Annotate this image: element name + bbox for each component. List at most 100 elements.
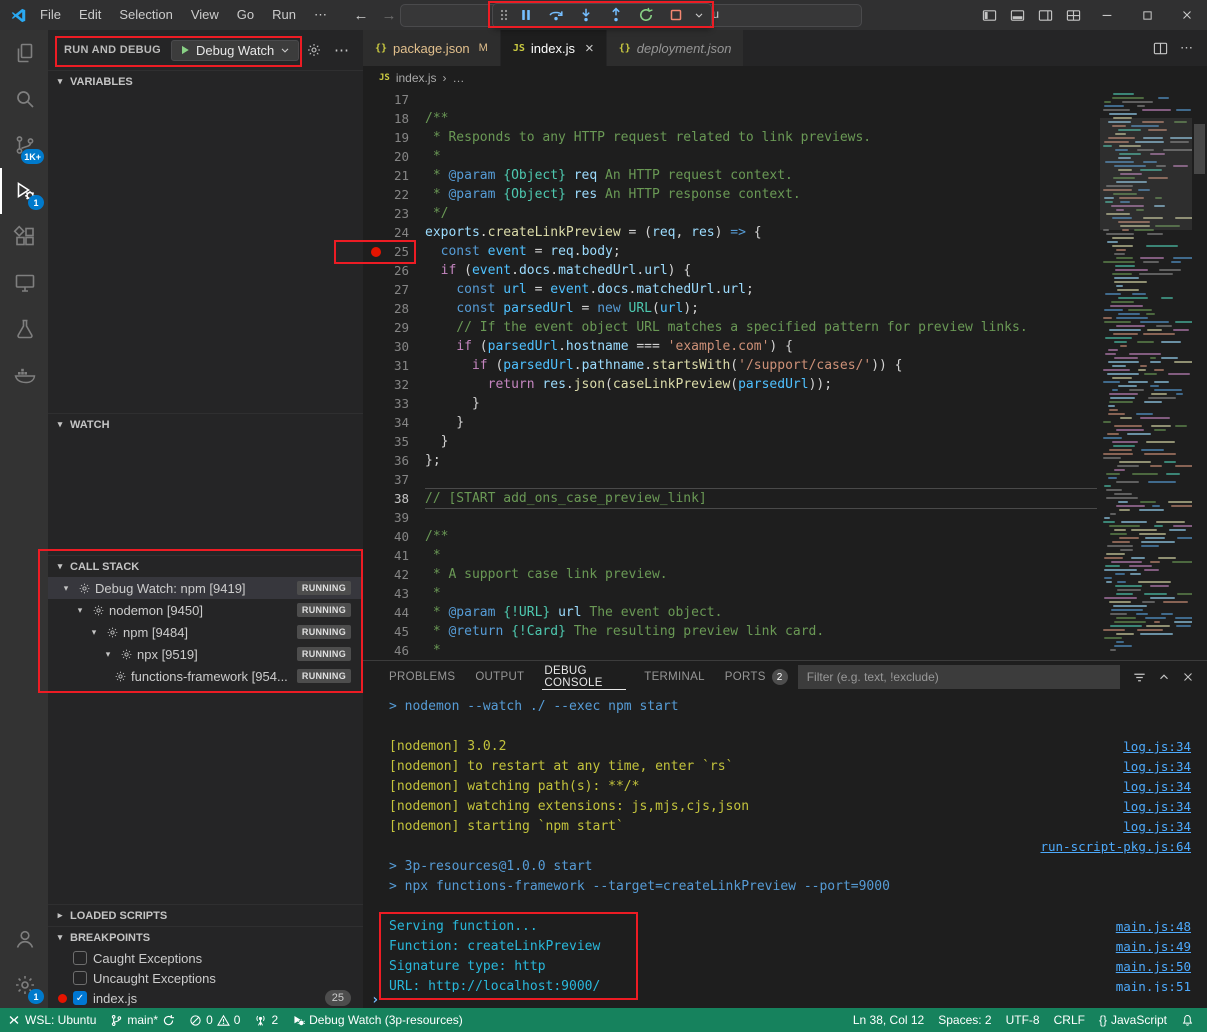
menu-go[interactable]: Go — [228, 0, 263, 30]
activity-search-icon[interactable] — [0, 76, 48, 122]
source-link[interactable]: main.js:49 — [1116, 937, 1191, 957]
code-line[interactable]: 30 if (parsedUrl.hostname === 'example.c… — [363, 337, 1097, 356]
source-link[interactable]: run-script-pkg.js:64 — [1040, 837, 1191, 857]
start-debugging-icon[interactable] — [179, 44, 191, 56]
activity-source-control-icon[interactable]: 1K+ — [0, 122, 48, 168]
line-gutter[interactable]: 21 — [363, 166, 425, 185]
breakpoint-dot[interactable] — [371, 247, 381, 257]
more-actions-icon[interactable]: ⋯ — [328, 41, 355, 59]
menu-selection[interactable]: Selection — [110, 0, 181, 30]
code-line[interactable]: 23 */ — [363, 204, 1097, 223]
breakpoint-item[interactable]: ✓index.js25 — [48, 988, 363, 1008]
line-gutter[interactable]: 35 — [363, 432, 425, 451]
chevron-down-icon[interactable]: ▾ — [100, 649, 116, 660]
code-line[interactable]: 20 * — [363, 147, 1097, 166]
code-editor[interactable]: 1718/**19 * Responds to any HTTP request… — [363, 90, 1097, 660]
editor-scrollbar[interactable] — [1192, 90, 1207, 660]
menu-file[interactable]: File — [31, 0, 70, 30]
line-gutter[interactable]: 24 — [363, 223, 425, 242]
line-gutter[interactable]: 30 — [363, 337, 425, 356]
debug-stop-button[interactable] — [661, 4, 691, 27]
line-gutter[interactable]: 44 — [363, 603, 425, 622]
code-line[interactable]: 44 * @param {!URL} url The event object. — [363, 603, 1097, 622]
call-stack-session[interactable]: functions-framework [954...RUNNING — [48, 665, 363, 687]
status-cursor-position[interactable]: Ln 38, Col 12 — [846, 1008, 931, 1032]
split-editor-icon[interactable] — [1153, 41, 1168, 56]
line-gutter[interactable]: 40 — [363, 527, 425, 546]
debug-step-into-button[interactable] — [571, 4, 601, 27]
code-line[interactable]: 42 * A support case link preview. — [363, 565, 1097, 584]
gear-icon[interactable] — [306, 42, 322, 58]
activity-docker-icon[interactable] — [0, 352, 48, 398]
layout-custom-icon[interactable] — [1059, 0, 1087, 30]
tab-package.json[interactable]: {}package.jsonM — [363, 30, 501, 66]
code-line[interactable]: 46 * — [363, 641, 1097, 660]
status-remote-indicator[interactable]: WSL: Ubuntu — [0, 1008, 103, 1032]
breakpoint-item[interactable]: Caught Exceptions — [48, 948, 363, 968]
chevron-down-icon[interactable]: ▾ — [86, 627, 102, 638]
code-line[interactable]: 17 — [363, 90, 1097, 109]
line-gutter[interactable]: 45 — [363, 622, 425, 641]
menu-run[interactable]: Run — [263, 0, 305, 30]
panel-tab-output[interactable]: OUTPUT — [465, 661, 534, 693]
code-line[interactable]: 27 const url = event.docs.matchedUrl.url… — [363, 280, 1097, 299]
debug-pause-button[interactable] — [511, 4, 541, 27]
line-gutter[interactable]: 33 — [363, 394, 425, 413]
code-line[interactable]: 43 * — [363, 584, 1097, 603]
line-gutter[interactable]: 29 — [363, 318, 425, 337]
debug-restart-button[interactable] — [631, 4, 661, 27]
variables-section-header[interactable]: ▾ VARIABLES — [48, 70, 363, 92]
status-forwarded-ports[interactable]: 2 — [247, 1008, 285, 1032]
activity-remote-explorer-icon[interactable] — [0, 260, 48, 306]
line-gutter[interactable]: 26 — [363, 261, 425, 280]
call-stack-section-header[interactable]: ▾ CALL STACK — [48, 555, 363, 577]
code-line[interactable]: 32 return res.json(caseLinkPreview(parse… — [363, 375, 1097, 394]
line-gutter[interactable]: 46 — [363, 641, 425, 660]
code-line[interactable]: 26 if (event.docs.matchedUrl.url) { — [363, 261, 1097, 280]
activity-run-and-debug-icon[interactable]: 1 — [0, 168, 48, 214]
tab-index.js[interactable]: JSindex.js× — [501, 30, 607, 66]
breakpoint-item[interactable]: Uncaught Exceptions — [48, 968, 363, 988]
line-gutter[interactable]: 36 — [363, 451, 425, 470]
code-line[interactable]: 29 // If the event object URL matches a … — [363, 318, 1097, 337]
line-gutter[interactable]: 42 — [363, 565, 425, 584]
code-line[interactable]: 31 if (parsedUrl.pathname.startsWith('/s… — [363, 356, 1097, 375]
more-icon[interactable]: ⋯ — [1180, 40, 1193, 56]
console-input[interactable]: › — [363, 992, 1207, 1008]
line-gutter[interactable]: 38 — [363, 489, 425, 508]
line-gutter[interactable]: 34 — [363, 413, 425, 432]
panel-tab-problems[interactable]: PROBLEMS — [379, 661, 465, 693]
panel-tab-ports[interactable]: PORTS2 — [715, 661, 798, 693]
activity-explorer-icon[interactable] — [0, 30, 48, 76]
line-gutter[interactable]: 37 — [363, 470, 425, 489]
breakpoint-checkbox[interactable] — [73, 971, 87, 985]
line-gutter[interactable]: 32 — [363, 375, 425, 394]
line-gutter[interactable]: 17 — [363, 90, 425, 109]
status-notifications[interactable] — [1174, 1008, 1201, 1032]
code-line[interactable]: 38// [START add_ons_case_preview_link] — [363, 489, 1097, 508]
activity-testing-icon[interactable] — [0, 306, 48, 352]
line-gutter[interactable]: 27 — [363, 280, 425, 299]
line-gutter[interactable]: 41 — [363, 546, 425, 565]
menu-overflow[interactable]: ⋯ — [305, 0, 336, 30]
minimap[interactable] — [1100, 90, 1192, 660]
maximize-button[interactable] — [1127, 0, 1167, 30]
line-gutter[interactable]: 39 — [363, 508, 425, 527]
menu-edit[interactable]: Edit — [70, 0, 110, 30]
console-filter-input[interactable] — [798, 665, 1120, 689]
minimap-slider[interactable] — [1100, 118, 1192, 230]
source-link[interactable]: main.js:50 — [1116, 957, 1191, 977]
debug-drag-handle-button[interactable] — [497, 4, 511, 27]
debug-step-out-button[interactable] — [601, 4, 631, 27]
debug-step-over-button[interactable] — [541, 4, 571, 27]
tab-deployment.json[interactable]: {}deployment.json — [607, 30, 745, 66]
line-gutter[interactable]: 20 — [363, 147, 425, 166]
code-line[interactable]: 40/** — [363, 527, 1097, 546]
code-line[interactable]: 35 } — [363, 432, 1097, 451]
code-line[interactable]: 28 const parsedUrl = new URL(url); — [363, 299, 1097, 318]
code-line[interactable]: 39 — [363, 508, 1097, 527]
chevron-down-icon[interactable]: ▾ — [58, 583, 74, 594]
minimize-button[interactable] — [1087, 0, 1127, 30]
source-link[interactable]: log.js:34 — [1123, 817, 1191, 837]
line-gutter[interactable]: 43 — [363, 584, 425, 603]
